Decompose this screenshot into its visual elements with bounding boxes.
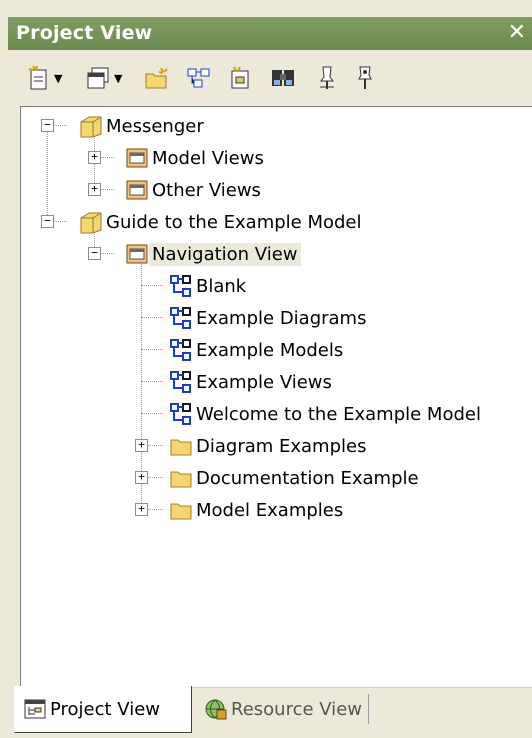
tree-connector	[141, 285, 163, 286]
tab-resource-view[interactable]: Resource View	[194, 686, 364, 732]
tree-node-diagram[interactable]: Example Models	[169, 335, 346, 365]
panel-title: Project View	[16, 22, 153, 44]
collapse-icon[interactable]: −	[41, 119, 54, 132]
tree-node-diagram[interactable]: Example Views	[169, 367, 335, 397]
collapse-icon[interactable]: −	[41, 215, 54, 228]
tree-connector	[141, 381, 163, 382]
new-folder-button[interactable]	[144, 64, 170, 92]
tree-connector	[100, 189, 114, 190]
tree-node-label: Guide to the Example Model	[106, 211, 362, 233]
tree-node-label: Example Diagrams	[196, 307, 367, 329]
tree-node-messenger[interactable]: Messenger	[79, 111, 207, 141]
folder-icon	[170, 471, 192, 488]
tree-node-folder[interactable]: Model Examples	[169, 495, 346, 525]
diagram-icon	[170, 371, 191, 393]
tree-node-label: Blank	[196, 275, 247, 297]
diagram-icon	[170, 307, 191, 329]
expand-icon[interactable]: +	[135, 471, 148, 484]
new-document-icon	[28, 65, 47, 90]
new-document-button[interactable]: ▼	[28, 64, 62, 92]
tree-connector	[147, 477, 163, 478]
new-diagram-button[interactable]	[186, 64, 212, 92]
tree-connector	[53, 221, 67, 222]
find-button[interactable]	[270, 64, 298, 92]
tree-node-diagram[interactable]: Welcome to the Example Model	[169, 399, 484, 429]
tab-label: Project View	[50, 698, 161, 720]
tree-connector	[147, 445, 163, 446]
expand-icon[interactable]: +	[88, 151, 101, 164]
pin-alt-icon	[358, 66, 372, 89]
tree-node-label: Other Views	[152, 179, 261, 201]
panel-tabs: Project View Resource View	[8, 686, 532, 738]
expand-icon[interactable]: +	[88, 183, 101, 196]
pin-alt-button[interactable]	[354, 64, 376, 92]
project-tree[interactable]: − Messenger + Model Views + Other Views …	[20, 106, 532, 688]
tree-node-label: Messenger	[106, 115, 204, 137]
tree-connector	[47, 129, 48, 225]
tree-node-label: Example Views	[196, 371, 332, 393]
tree-connector	[100, 253, 114, 254]
tree-node-label-selected: Navigation View	[149, 242, 301, 266]
collapse-icon[interactable]: −	[88, 247, 101, 260]
tree-node-diagram[interactable]: Blank	[169, 271, 249, 301]
tab-separator	[368, 694, 369, 724]
tree-node-label: Model Views	[152, 147, 264, 169]
tree-connector	[147, 509, 163, 510]
close-icon[interactable]: ✕	[508, 20, 526, 45]
new-document-sparkle-icon	[231, 66, 249, 89]
tree-connector	[53, 125, 67, 126]
dropdown-arrow-icon[interactable]: ▼	[54, 72, 62, 85]
pin-icon	[320, 66, 334, 89]
tree-node-other-views[interactable]: Other Views	[125, 175, 264, 205]
tree-node-diagram[interactable]: Example Diagrams	[169, 303, 369, 333]
folder-icon	[170, 439, 192, 456]
tree-node-label: Example Models	[196, 339, 344, 361]
tree-connector	[141, 349, 163, 350]
tree-node-folder[interactable]: Diagram Examples	[169, 431, 369, 461]
diagram-icon	[170, 339, 191, 361]
tree-connector	[100, 157, 114, 158]
project-tree-icon	[24, 699, 46, 719]
expand-icon[interactable]: +	[135, 503, 148, 516]
folder-icon	[170, 503, 192, 520]
tree-node-label: Welcome to the Example Model	[196, 403, 481, 425]
tree-node-label: Diagram Examples	[196, 435, 367, 457]
new-window-icon	[87, 67, 109, 89]
tree-node-guide[interactable]: Guide to the Example Model	[79, 207, 365, 237]
title-bar: Project View ✕	[8, 17, 532, 50]
project-view-panel: Project View ✕ ▼ ▼ − Messenger + Model V…	[0, 0, 532, 738]
toolbar: ▼ ▼	[8, 54, 532, 102]
tree-node-label: Documentation Example	[196, 467, 419, 489]
tab-project-view[interactable]: Project View	[14, 686, 192, 733]
tree-connector	[141, 317, 163, 318]
view-icon	[126, 180, 148, 200]
new-diagram-icon	[187, 68, 210, 88]
pin-button[interactable]	[316, 64, 338, 92]
binoculars-icon	[272, 70, 294, 86]
diagram-icon	[170, 403, 191, 425]
new-window-button[interactable]: ▼	[86, 64, 122, 92]
tab-label: Resource View	[231, 698, 362, 720]
tree-connector	[141, 413, 163, 414]
view-icon	[126, 244, 148, 264]
package-folder-icon	[80, 116, 102, 138]
resource-globe-icon	[205, 699, 227, 720]
diagram-icon	[170, 275, 191, 297]
tree-node-folder[interactable]: Documentation Example	[169, 463, 422, 493]
new-folder-icon	[145, 67, 168, 89]
tree-node-model-views[interactable]: Model Views	[125, 143, 267, 173]
new-document-sparkle-button[interactable]	[228, 64, 254, 92]
tree-node-navigation-view[interactable]: Navigation View	[125, 239, 301, 269]
view-icon	[126, 148, 148, 168]
package-folder-icon	[80, 212, 102, 234]
expand-icon[interactable]: +	[135, 439, 148, 452]
tree-node-label: Model Examples	[196, 499, 344, 521]
dropdown-arrow-icon[interactable]: ▼	[114, 72, 122, 85]
